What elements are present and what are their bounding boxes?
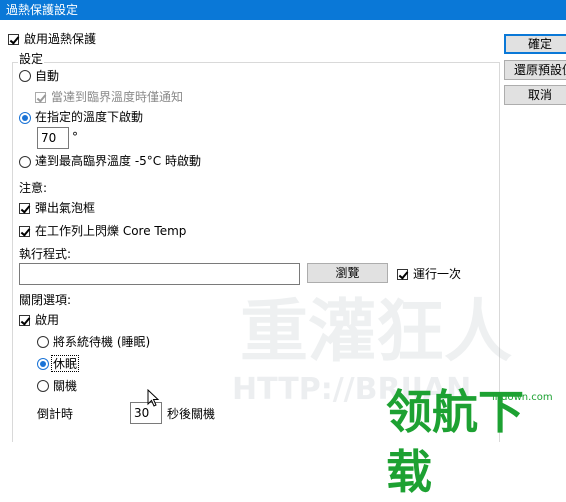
balloon-checkbox[interactable] — [19, 203, 30, 214]
hibernate-focus-rect — [51, 355, 79, 372]
countdown-suffix: 秒後關機 — [167, 407, 216, 421]
cancel-button[interactable]: 取消 — [504, 85, 566, 105]
mouse-cursor-icon — [147, 389, 160, 407]
notify-only-checkbox[interactable] — [35, 92, 46, 103]
mode-auto-radio[interactable] — [19, 70, 31, 82]
temperature-unit: ° — [72, 130, 78, 144]
shutdown-label: 關機 — [53, 379, 78, 393]
flash-taskbar-label: 在工作列上閃爍 Core Temp — [35, 224, 187, 238]
standby-label: 將系統待機 (睡眠) — [53, 335, 151, 349]
balloon-label: 彈出氣泡框 — [35, 201, 96, 215]
shutdown-options-label: 關閉選項: — [19, 293, 72, 307]
mode-specified-label: 在指定的溫度下啟動 — [35, 110, 144, 124]
mode-specified-radio[interactable] — [19, 112, 31, 124]
program-path-input[interactable] — [19, 263, 300, 285]
hibernate-radio[interactable] — [37, 358, 49, 370]
shutdown-radio[interactable] — [37, 380, 49, 392]
run-once-checkbox[interactable] — [397, 269, 408, 280]
standby-radio[interactable] — [37, 336, 49, 348]
brand-logo-icon — [526, 380, 564, 418]
mode-max-radio[interactable] — [19, 156, 31, 168]
enable-protection-label: 啟用過熱保護 — [24, 32, 97, 46]
mode-auto-label: 自動 — [35, 69, 60, 83]
browse-button[interactable]: 瀏覽 — [307, 263, 388, 283]
ok-button[interactable]: 確定 — [504, 34, 566, 54]
attention-label: 注意: — [19, 181, 48, 195]
window-title: 過熱保護設定 — [6, 3, 79, 17]
shutdown-enable-checkbox[interactable] — [19, 315, 30, 326]
execute-label: 執行程式: — [19, 247, 72, 261]
restore-defaults-button[interactable]: 還原預設值 — [504, 60, 566, 80]
run-once-label: 運行一次 — [413, 267, 462, 281]
settings-group-title: 設定 — [18, 52, 45, 66]
notify-only-label: 當達到臨界溫度時僅通知 — [51, 90, 184, 104]
flash-taskbar-checkbox[interactable] — [19, 226, 30, 237]
enable-protection-checkbox[interactable] — [8, 34, 19, 45]
mode-max-label: 達到最高臨界溫度 -5°C 時啟動 — [35, 154, 201, 168]
countdown-label: 倒計時 — [37, 407, 74, 421]
temperature-input[interactable]: 70 — [37, 127, 69, 149]
shutdown-enable-label: 啟用 — [35, 313, 60, 327]
dialog-body: 啟用過熱保護 設定 自動 當達到臨界溫度時僅通知 在指定的溫度下啟動 70 ° … — [0, 20, 566, 499]
title-bar: 過熱保護設定 — [0, 0, 566, 20]
